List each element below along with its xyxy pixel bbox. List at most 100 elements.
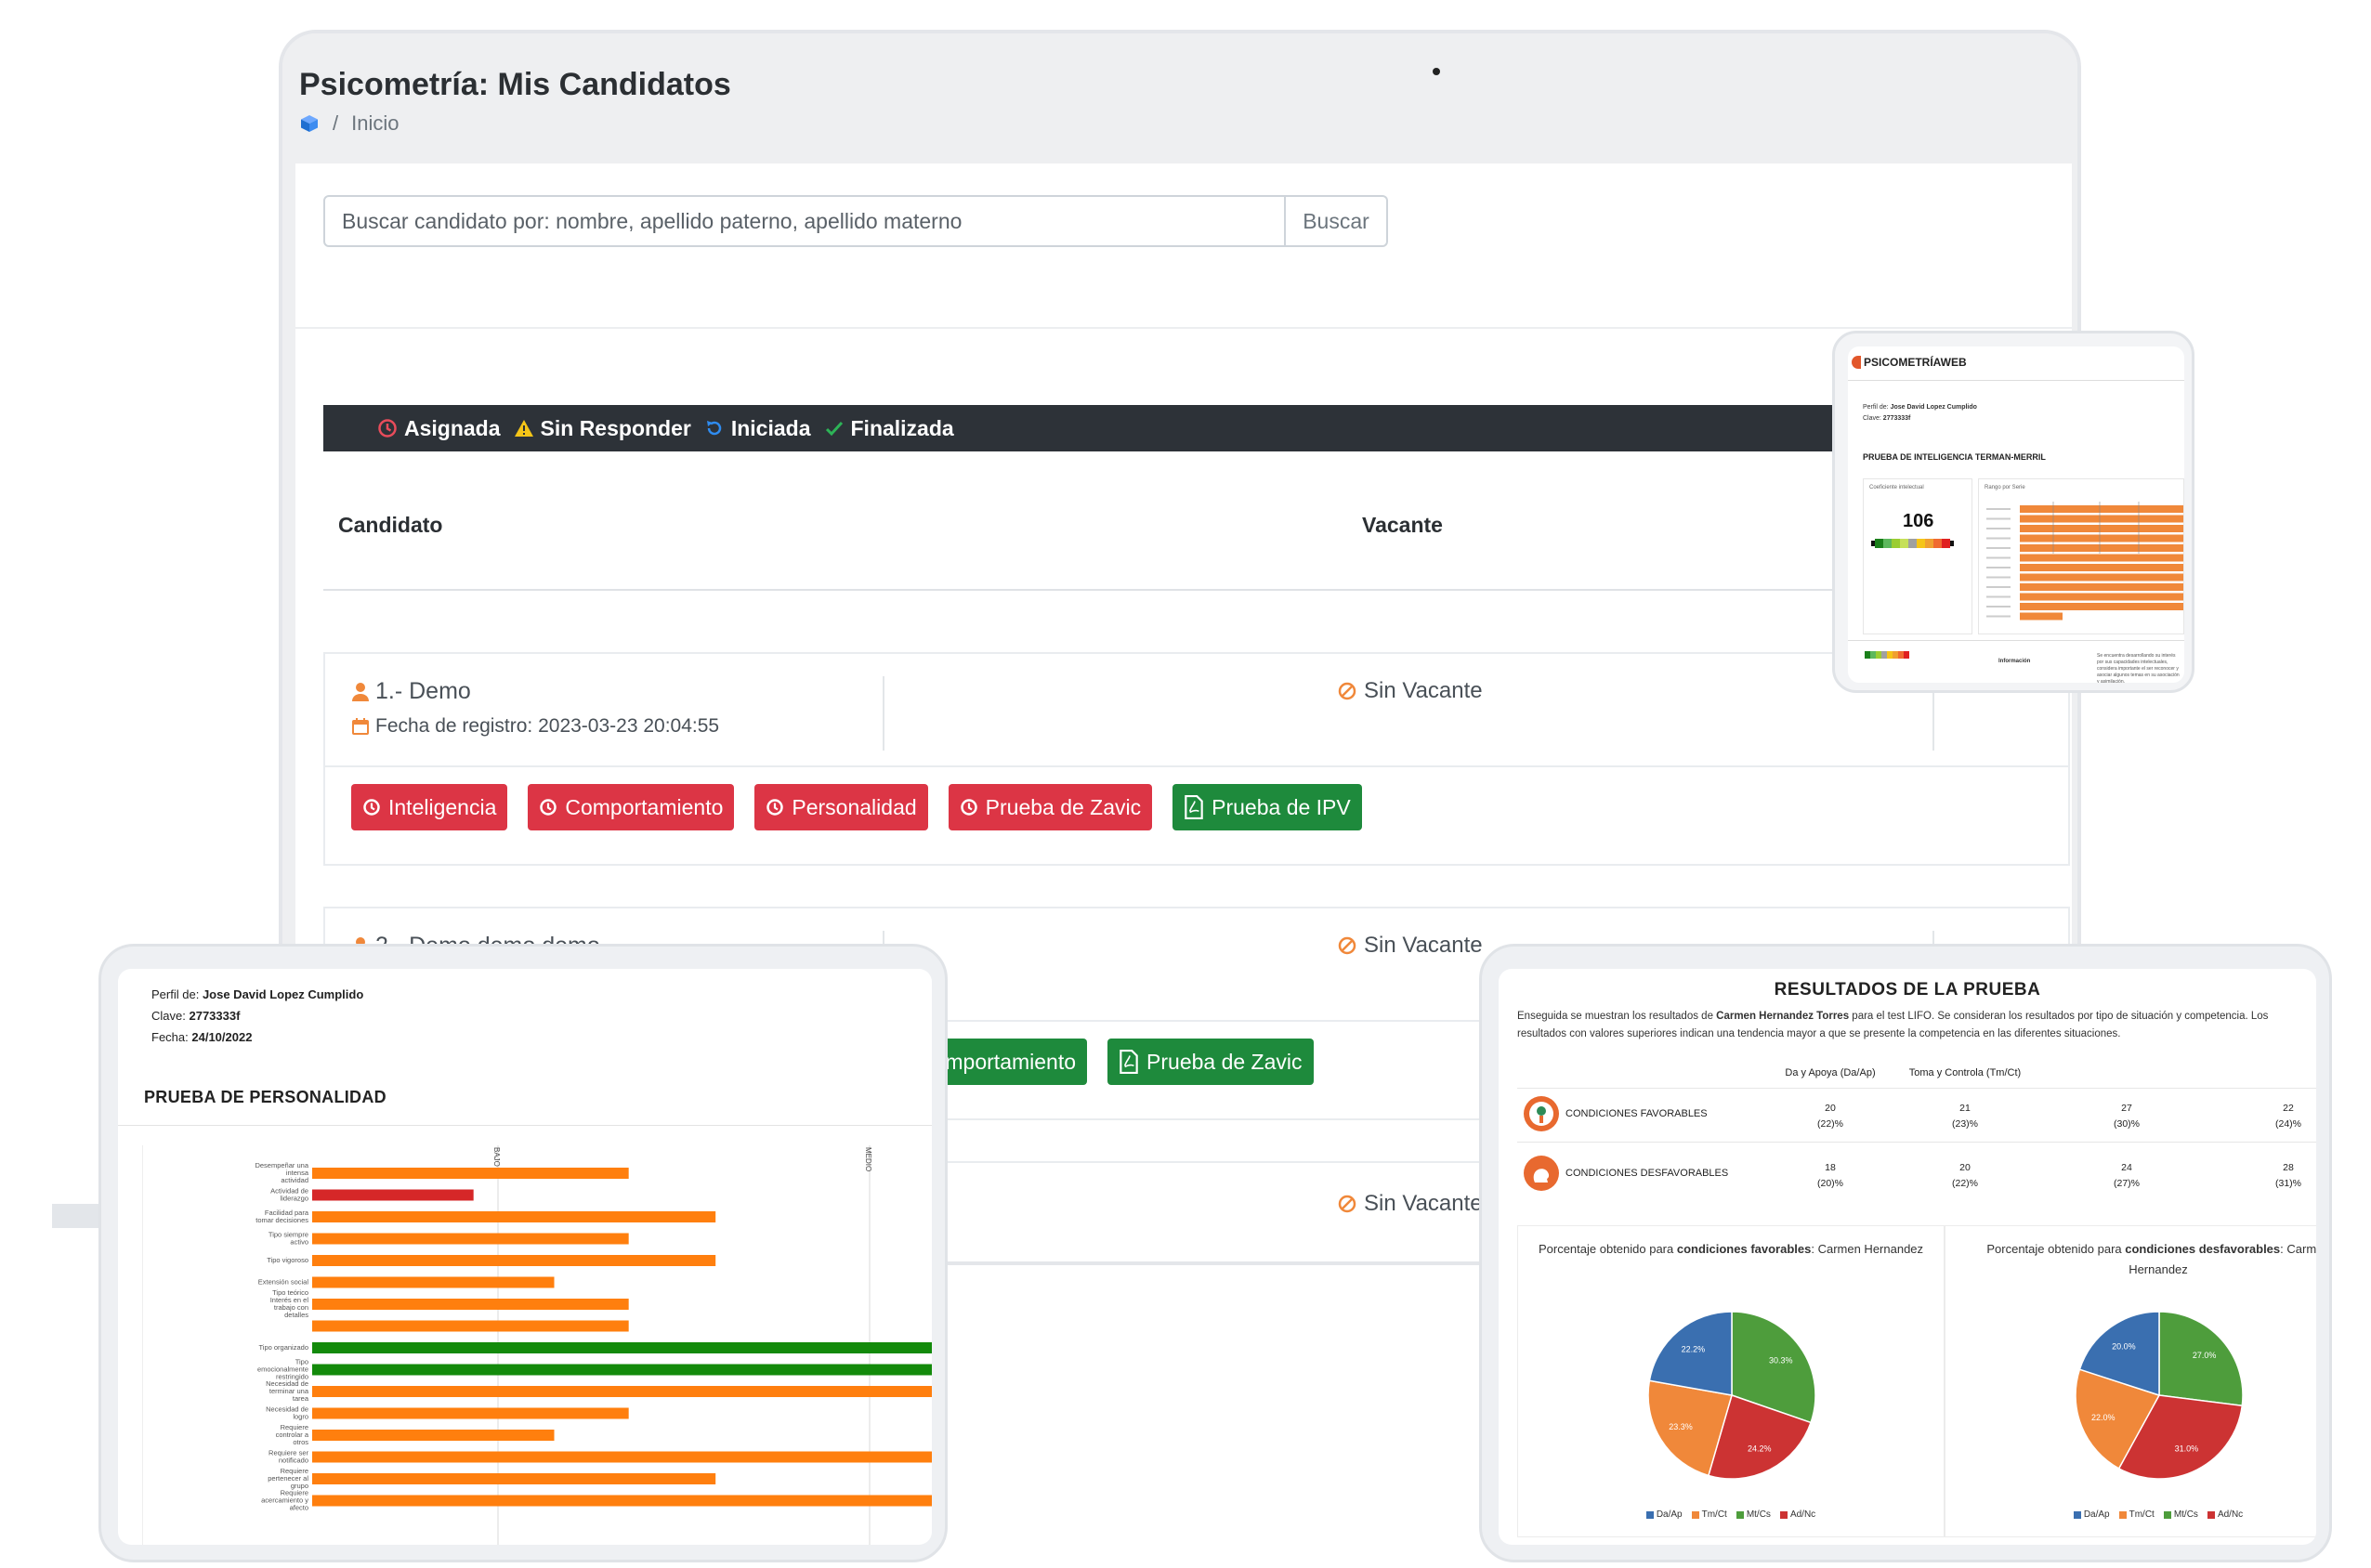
bar — [312, 1168, 629, 1179]
divider — [1848, 640, 2184, 641]
legend-mt-cs: Mt/Cs — [2163, 1509, 2198, 1520]
pie-caption: Porcentaje obtenido para condiciones des… — [1986, 1242, 2316, 1276]
row-divider — [1517, 1088, 2316, 1089]
registration-date: Fecha de registro: 2023-03-23 20:04:55 — [351, 715, 719, 738]
test-button-comportamiento[interactable]: Comportamiento — [528, 784, 735, 830]
bar — [312, 1342, 932, 1353]
row-label-favorables: CONDICIONES FAVORABLES — [1523, 1095, 1708, 1132]
column-header-candidato[interactable]: Candidato — [338, 513, 442, 538]
bar-label: Tipo organizado — [258, 1343, 308, 1352]
iq-panel: Coeficiente intelectual 106 — [1863, 478, 1972, 634]
bar-label: notificado — [279, 1457, 308, 1465]
legend-finalizada: Finalizada — [824, 416, 954, 441]
rango-label — [1986, 615, 2011, 618]
bar — [312, 1407, 629, 1419]
divider — [1848, 380, 2184, 381]
table-cell: 18 (20)% — [1816, 1162, 1843, 1189]
head-icon — [1524, 1096, 1559, 1131]
rango-bar — [2020, 573, 2183, 581]
rango-bar — [2020, 583, 2183, 591]
test-button-ipv[interactable]: Prueba de IPV — [1172, 784, 1362, 830]
column-header: Da y Apoya (Da/Ap) — [1785, 1067, 1876, 1078]
rango-label — [1986, 547, 2011, 549]
pie-label: 22.2% — [1682, 1344, 1706, 1353]
ban-icon — [1338, 936, 1356, 955]
bar-label: tarea — [293, 1394, 309, 1403]
legend-iniciada: Iniciada — [704, 416, 811, 441]
rango-label — [1986, 576, 2011, 579]
legend-ad-nc: Ad/Nc — [2207, 1509, 2243, 1520]
column-divider — [883, 676, 884, 751]
pie-label: 30.3% — [1769, 1355, 1793, 1365]
calendar-icon — [352, 718, 369, 735]
rango-label — [1986, 517, 2011, 520]
breadcrumb-home[interactable]: Inicio — [351, 111, 399, 136]
iq-scale — [1871, 539, 1954, 548]
bar-label: detalles — [284, 1311, 308, 1319]
bar-label: Extensión social — [258, 1278, 309, 1287]
iq-scale-small — [1865, 651, 1909, 659]
user-icon — [352, 682, 369, 701]
logo-mark-icon — [1852, 356, 1861, 369]
personalidad-bar-chart: BAJO MEDIODesempeñar unaintensaactividadA… — [255, 1145, 932, 1545]
card-divider — [325, 765, 2068, 767]
personalidad-chart: BAJO MEDIO Desempeñar una intensa actividad A… — [142, 1145, 932, 1545]
bar-label: otros — [293, 1438, 308, 1446]
bar — [312, 1364, 932, 1376]
search-input[interactable] — [323, 195, 1286, 247]
vacancy-status: Sin Vacante — [1338, 1191, 1483, 1217]
rango-bar — [2020, 515, 2183, 523]
info-label: Información — [1998, 659, 2031, 664]
search-button[interactable]: Buscar — [1286, 195, 1388, 247]
column-header-vacante[interactable]: Vacante — [1362, 513, 1443, 538]
vacancy-status: Sin Vacante — [1338, 678, 1483, 704]
rango-bar — [2020, 525, 2183, 532]
test-button-personalidad[interactable]: Personalidad — [754, 784, 928, 830]
pdf-icon — [1120, 1050, 1138, 1074]
terman-report-device: PSICOMETRÍAWEB Perfil de: Jose David Lop… — [1832, 331, 2194, 693]
lifo-title: RESULTADOS DE LA PRUEBA — [1774, 980, 2041, 1000]
column-header: Adapta y Negocia — [2224, 1067, 2306, 1078]
table-cell: 28 (31)% — [2274, 1162, 2301, 1189]
legend-asignada: Asignada — [377, 416, 501, 441]
candidate-name[interactable]: 1.- Demo — [351, 678, 471, 705]
pie-label: 27.0% — [2193, 1351, 2217, 1360]
bar — [312, 1211, 716, 1222]
legend-sin-responder: Sin Responder — [514, 416, 691, 441]
table-cell: 24 (27)% — [2113, 1162, 2140, 1189]
rango-bar — [2020, 544, 2183, 552]
pie-label: 22.0% — [2091, 1413, 2116, 1422]
legend-da-ap: Da/Ap — [2073, 1509, 2110, 1520]
bar — [312, 1473, 716, 1484]
pie-caption: Porcentaje obtenido para condiciones fav… — [1538, 1242, 1924, 1256]
pie-chart-favorables: 30.3% 24.2% 23.3% 22.2% — [1647, 1311, 1816, 1480]
cube-icon[interactable] — [299, 113, 320, 134]
bar — [312, 1299, 629, 1310]
page-title: Psicometría: Mis Candidatos — [299, 67, 731, 102]
vacancy-status: Sin Vacante — [1338, 933, 1483, 959]
bar-label: liderazgo — [281, 1195, 308, 1203]
camera-dot — [1433, 68, 1440, 75]
bar — [312, 1320, 629, 1332]
rango-bar — [2020, 554, 2183, 562]
clock-icon — [960, 799, 977, 816]
column-header: Toma y Controla (Tm/Ct) — [1908, 1067, 2022, 1078]
rango-label — [1986, 567, 2011, 568]
test-button-zavic[interactable]: Prueba de Zavic — [1107, 1039, 1314, 1085]
rango-bar — [2020, 612, 2063, 621]
test-button-inteligencia[interactable]: Inteligencia — [351, 784, 508, 830]
column-header: Mantiene y Conserva (Mt/Cs) — [2060, 1067, 2194, 1078]
status-legend: Asignada Sin Responder Iniciada Finaliza… — [323, 405, 1847, 451]
pie-chart-desfavorables: 27.0% 31.0% 22.0% 20.0% — [2075, 1311, 2244, 1480]
legend-ad-nc: Ad/Nc — [1779, 1509, 1815, 1520]
rango-label — [1986, 508, 2011, 510]
terman-report-screen: PSICOMETRÍAWEB Perfil de: Jose David Lop… — [1848, 346, 2184, 683]
rango-chart — [1986, 502, 2183, 621]
table-cell: 27 (30)% — [2113, 1103, 2140, 1130]
bar — [312, 1255, 716, 1266]
bar — [312, 1276, 555, 1288]
row-divider — [1517, 1142, 2316, 1143]
personalidad-report-screen: Perfil de: Jose David Lopez Cumplido Cla… — [118, 969, 932, 1545]
test-button-zavic[interactable]: Prueba de Zavic — [948, 784, 1153, 830]
bar-label: Tipo vigoroso — [267, 1256, 308, 1264]
